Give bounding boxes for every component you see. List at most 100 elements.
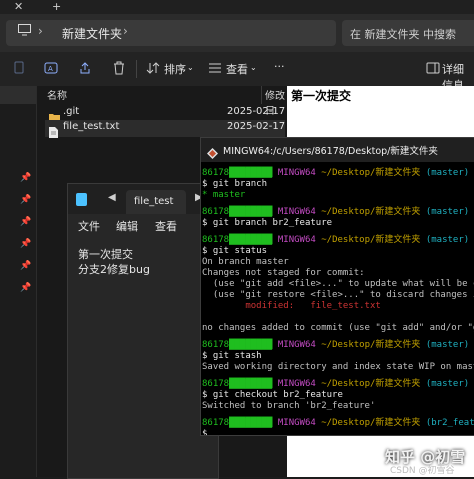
file-name: .git bbox=[63, 106, 80, 117]
prompt-branch: (br2_feature) bbox=[425, 418, 474, 428]
notepad-editor[interactable]: 第一次提交 分支2修复bug bbox=[68, 238, 218, 478]
editor-line: 分支2修复bug bbox=[78, 263, 150, 276]
prompt-user: 86178 bbox=[202, 340, 230, 350]
svg-text:A: A bbox=[48, 65, 53, 73]
sort-icon[interactable] bbox=[146, 61, 160, 75]
address-bar[interactable]: › 新建文件夹 › bbox=[6, 20, 336, 46]
prompt-branch: (master) bbox=[425, 379, 470, 389]
prompt-host-redacted: ████████ bbox=[229, 379, 273, 389]
delete-icon[interactable] bbox=[112, 61, 126, 75]
command-bar: A 排序 ⌄ 查看 ⌄ ··· 详细信息 bbox=[0, 52, 474, 92]
output-line: * master bbox=[202, 190, 245, 201]
prompt-mingw: MINGW64 bbox=[277, 418, 316, 428]
command-prompt: $ bbox=[202, 429, 208, 435]
prompt-host-redacted: ████████ bbox=[229, 235, 273, 245]
command-line: $ git stash bbox=[202, 351, 262, 361]
details-pane-icon[interactable] bbox=[426, 61, 440, 75]
tab-scroll-left-icon[interactable]: ◀ bbox=[108, 192, 116, 203]
terminal-output[interactable]: 86178████████ MINGW64 ~/Desktop/新建文件夹 (m… bbox=[201, 162, 474, 435]
pin-icon: 📌 bbox=[20, 261, 32, 271]
prompt-host-redacted: ████████ bbox=[229, 168, 273, 178]
notepad-window: ◀ file_test ▶ 文件 编辑 查看 第一次提交 分支2修复bug bbox=[67, 183, 219, 479]
folder-icon bbox=[49, 108, 60, 123]
command-line: $ git status bbox=[202, 246, 268, 256]
prompt-user: 86178 bbox=[202, 235, 230, 245]
search-placeholder: 在 新建文件夹 中搜索 bbox=[350, 28, 456, 41]
explorer-tab-bar: ✕ + bbox=[0, 0, 474, 14]
navigation-pane: 📌 📌 📌 📌 📌 📌 bbox=[0, 86, 37, 477]
prompt-path: ~/Desktop/新建文件夹 bbox=[321, 418, 421, 428]
command-line: $ git branch br2_feature bbox=[202, 218, 333, 228]
prompt-path: ~/Desktop/新建文件夹 bbox=[321, 379, 421, 389]
notepad-tab-file-test[interactable]: file_test bbox=[126, 190, 186, 214]
nav-item-selected[interactable] bbox=[0, 86, 36, 104]
prompt-host-redacted: ████████ bbox=[229, 418, 273, 428]
chevron-down-icon[interactable]: ⌄ bbox=[187, 63, 194, 72]
more-options-icon[interactable]: ··· bbox=[274, 60, 285, 73]
command-line: $ git branch bbox=[202, 179, 268, 189]
chevron-down-icon[interactable]: ⌄ bbox=[250, 63, 257, 72]
notepad-app-icon bbox=[76, 193, 87, 206]
menu-edit[interactable]: 编辑 bbox=[116, 218, 138, 234]
prompt-path: ~/Desktop/新建文件夹 bbox=[321, 235, 421, 245]
view-button[interactable]: 查看 bbox=[226, 61, 248, 77]
terminal-titlebar[interactable]: MINGW64:/c/Users/86178/Desktop/新建文件夹 bbox=[201, 138, 474, 162]
file-row-file-test[interactable]: file_test.txt 2025-02-17 15 bbox=[45, 120, 301, 138]
breadcrumb-chevron-icon[interactable]: › bbox=[123, 24, 128, 38]
monitor-icon[interactable] bbox=[18, 24, 31, 40]
pin-icon: 📌 bbox=[20, 173, 32, 183]
output-line: (use "git add <file>..." to update what … bbox=[202, 279, 474, 289]
preview-text: 第一次提交 bbox=[291, 89, 352, 103]
prompt-mingw: MINGW64 bbox=[277, 168, 316, 178]
git-bash-terminal-window: MINGW64:/c/Users/86178/Desktop/新建文件夹 861… bbox=[200, 137, 474, 436]
prompt-branch: (master) bbox=[425, 235, 470, 245]
notepad-titlebar[interactable]: ◀ file_test ▶ bbox=[68, 184, 218, 214]
prompt-line: 86178████████ MINGW64 ~/Desktop/新建文件夹 (m… bbox=[202, 340, 469, 351]
current-branch-output: * master bbox=[202, 190, 246, 200]
prompt-user: 86178 bbox=[202, 207, 230, 217]
menu-view[interactable]: 查看 bbox=[155, 218, 177, 234]
pin-icon: 📌 bbox=[20, 217, 32, 227]
prompt-mingw: MINGW64 bbox=[277, 340, 316, 350]
sort-button[interactable]: 排序 bbox=[164, 61, 186, 77]
prompt-host-redacted: ████████ bbox=[229, 340, 273, 350]
view-icon[interactable] bbox=[208, 61, 222, 75]
prompt-mingw: MINGW64 bbox=[277, 379, 316, 389]
notepad-tab-label: file_test bbox=[134, 196, 174, 207]
prompt-path: ~/Desktop/新建文件夹 bbox=[321, 207, 421, 217]
text-file-icon bbox=[49, 123, 60, 138]
search-input[interactable]: 在 新建文件夹 中搜索 bbox=[342, 20, 474, 46]
close-tab-icon[interactable]: ✕ bbox=[14, 0, 23, 13]
editor-line: 第一次提交 bbox=[78, 248, 133, 261]
column-header-name[interactable]: 名称 bbox=[47, 87, 67, 102]
breadcrumb-current-folder[interactable]: 新建文件夹 bbox=[62, 25, 122, 42]
modified-file-line: modified: file_test.txt bbox=[202, 301, 381, 311]
pin-icon: 📌 bbox=[20, 283, 32, 293]
new-tab-icon[interactable]: + bbox=[52, 0, 61, 13]
share-icon[interactable] bbox=[78, 61, 92, 75]
prompt-line: 86178████████ MINGW64 ~/Desktop/新建文件夹 (m… bbox=[202, 379, 469, 390]
prompt-line: 86178████████ MINGW64 ~/Desktop/新建文件夹 (m… bbox=[202, 168, 469, 179]
prompt-line: 86178████████ MINGW64 ~/Desktop/新建文件夹 (m… bbox=[202, 235, 469, 246]
output-line: Switched to branch 'br2_feature' bbox=[202, 401, 376, 411]
output-line: Changes not staged for commit: bbox=[202, 268, 365, 278]
prompt-user: 86178 bbox=[202, 379, 230, 389]
output-line: On branch master bbox=[202, 257, 289, 267]
prompt-line: 86178████████ MINGW64 ~/Desktop/新建文件夹 (b… bbox=[202, 418, 474, 429]
prompt-branch: (master) bbox=[425, 207, 470, 217]
breadcrumb-chevron-icon[interactable]: › bbox=[38, 24, 43, 38]
git-bash-icon bbox=[207, 144, 218, 159]
prompt-user: 86178 bbox=[202, 168, 230, 178]
prompt-mingw: MINGW64 bbox=[277, 235, 316, 245]
prompt-host-redacted: ████████ bbox=[229, 207, 273, 217]
command-separator bbox=[136, 60, 137, 78]
command-line: $ git checkout br2_feature bbox=[202, 390, 343, 400]
copy-icon[interactable] bbox=[12, 61, 26, 75]
rename-icon[interactable]: A bbox=[44, 61, 58, 75]
prompt-line: 86178████████ MINGW64 ~/Desktop/新建文件夹 (m… bbox=[202, 207, 469, 218]
pin-icon: 📌 bbox=[20, 195, 32, 205]
notepad-menubar: 文件 编辑 查看 bbox=[68, 214, 218, 238]
pin-icon: 📌 bbox=[20, 239, 32, 249]
menu-file[interactable]: 文件 bbox=[78, 218, 100, 234]
column-divider[interactable] bbox=[261, 86, 262, 104]
